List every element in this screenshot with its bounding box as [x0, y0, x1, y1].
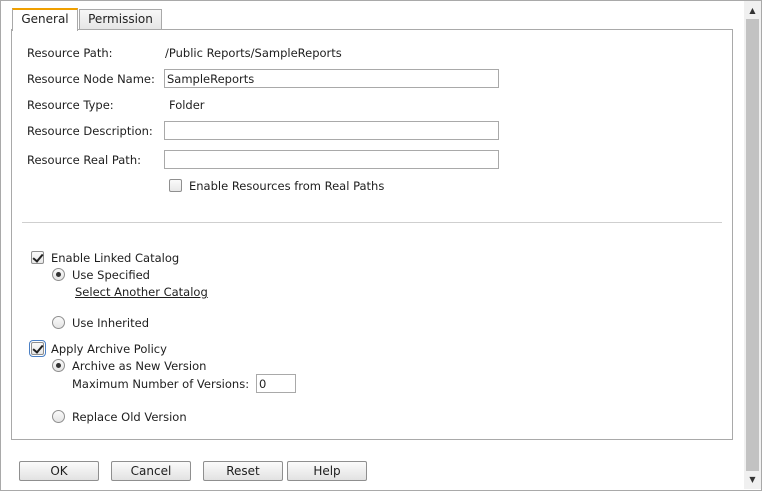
resource-type-label: Resource Type: [27, 98, 114, 112]
enable-real-paths-label: Enable Resources from Real Paths [189, 179, 385, 193]
apply-archive-policy-label: Apply Archive Policy [51, 342, 167, 356]
resource-path-label: Resource Path: [27, 46, 113, 60]
archive-new-version-radio[interactable] [52, 359, 65, 372]
select-another-catalog-link[interactable]: Select Another Catalog [75, 285, 208, 299]
cancel-button[interactable]: Cancel [111, 461, 191, 481]
use-specified-label: Use Specified [72, 268, 150, 282]
use-inherited-radio[interactable] [52, 316, 65, 329]
tab-general[interactable]: General [12, 8, 78, 31]
enable-linked-catalog-label: Enable Linked Catalog [51, 251, 180, 265]
real-path-label: Resource Real Path: [27, 153, 141, 167]
replace-old-version-label: Replace Old Version [72, 410, 187, 424]
scroll-up-icon[interactable]: ▲ [744, 2, 761, 19]
vertical-scrollbar[interactable]: ▲ ▼ [744, 1, 761, 489]
use-inherited-label: Use Inherited [72, 316, 149, 330]
use-specified-radio[interactable] [52, 268, 65, 281]
real-path-input[interactable] [164, 150, 499, 169]
tab-permission[interactable]: Permission [79, 9, 162, 29]
resource-path-value: /Public Reports/SampleReports [165, 46, 342, 60]
reset-button[interactable]: Reset [203, 461, 283, 481]
description-input[interactable] [164, 121, 499, 140]
section-divider [22, 222, 722, 223]
enable-linked-catalog-checkbox[interactable] [31, 251, 44, 264]
description-label: Resource Description: [27, 124, 153, 138]
ok-button[interactable]: OK [19, 461, 99, 481]
max-versions-label: Maximum Number of Versions: [72, 377, 250, 391]
resource-type-value: Folder [169, 98, 205, 112]
apply-archive-policy-checkbox[interactable] [29, 340, 46, 357]
scrollbar-thumb[interactable] [746, 19, 759, 471]
enable-real-paths-checkbox[interactable] [169, 179, 182, 192]
help-button[interactable]: Help [287, 461, 367, 481]
max-versions-input[interactable] [256, 374, 296, 393]
scroll-down-icon[interactable]: ▼ [744, 471, 761, 488]
node-name-label: Resource Node Name: [27, 72, 155, 86]
node-name-input[interactable] [164, 69, 499, 88]
replace-old-version-radio[interactable] [52, 410, 65, 423]
archive-new-version-label: Archive as New Version [72, 359, 207, 373]
